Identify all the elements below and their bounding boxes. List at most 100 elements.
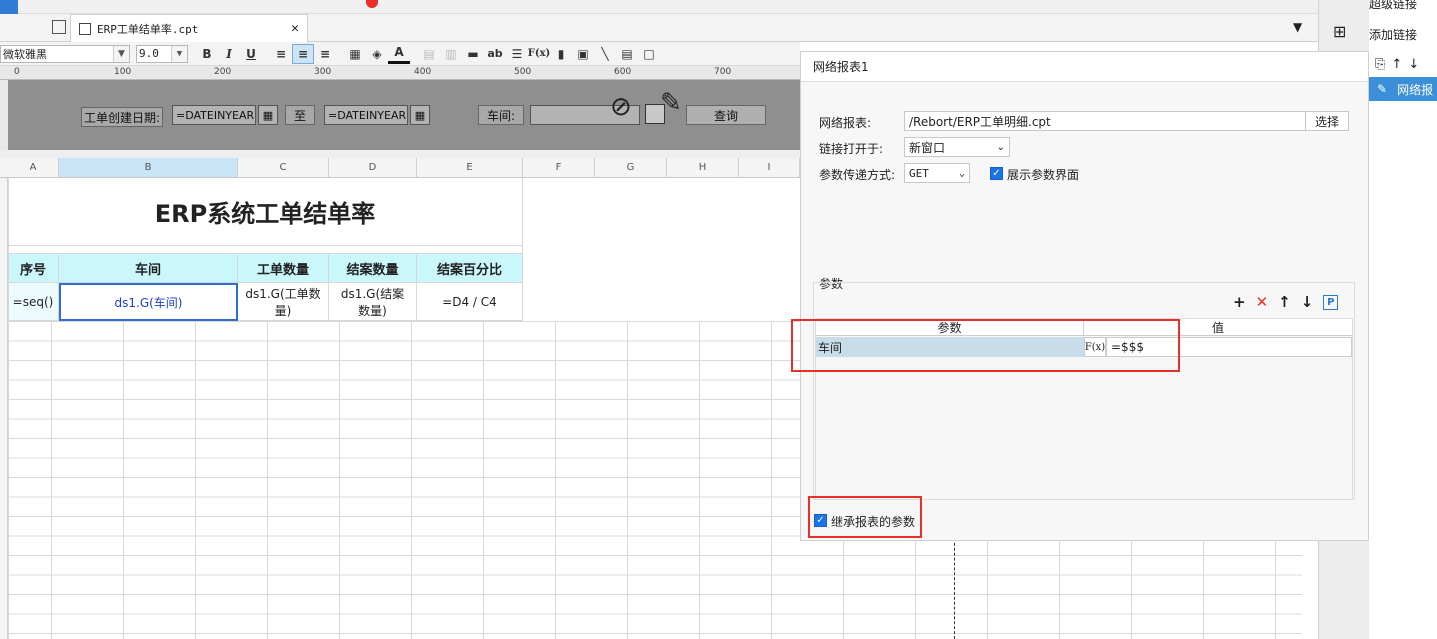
column-header[interactable]: B <box>59 158 238 178</box>
method-value: GET <box>909 166 929 180</box>
ruler-tick: 100 <box>114 67 132 77</box>
report-path-input[interactable]: /Rebort/ERP工单明细.cpt <box>904 111 1306 131</box>
column-header[interactable]: I <box>739 158 800 178</box>
add-link-label[interactable]: 添加链接 <box>1369 26 1417 43</box>
bold-button[interactable]: B <box>196 44 218 64</box>
font-family-value: 微软雅黑 <box>3 47 47 61</box>
header-cell-seq[interactable]: 序号 <box>8 254 59 283</box>
corner-cell[interactable] <box>0 158 8 178</box>
copy-icon[interactable]: ⎘ <box>1375 57 1385 72</box>
paragraph-icon[interactable]: ☰ <box>506 44 528 64</box>
header-cell-closed-percent[interactable]: 结案百分比 <box>417 254 523 283</box>
font-color-icon[interactable]: A <box>388 44 410 64</box>
insert-object-icon[interactable]: □ <box>638 44 660 64</box>
calendar-icon[interactable]: ▦ <box>410 105 430 125</box>
ruler-tick: 400 <box>414 67 432 77</box>
font-family-select[interactable]: 微软雅黑 ▼ <box>0 44 130 63</box>
column-header[interactable]: A <box>8 158 59 178</box>
align-center-icon[interactable]: ≡ <box>292 43 314 64</box>
layout-icon[interactable]: ⊞ <box>1333 22 1346 41</box>
row-header-strip <box>0 178 8 639</box>
ruler-tick: 600 <box>614 67 632 77</box>
hyperlink-panel: 超级链接 添加链接 ⎘ ↑ ↓ ✎ 网络报 <box>1369 0 1437 639</box>
slash-icon[interactable]: ╲ <box>594 44 616 64</box>
data-cell[interactable]: =seq() <box>8 283 59 321</box>
method-label: 参数传递方式: <box>819 168 896 182</box>
data-cell[interactable]: ds1.G(工单数量) <box>238 283 329 321</box>
fill-color-icon[interactable]: ◈ <box>366 44 388 64</box>
parameter-pane[interactable]: 工单创建日期: =DATEINYEAR ▦ 至 =DATEINYEAR ▦ 车间… <box>8 80 800 150</box>
image-icon[interactable]: ▣ <box>572 44 594 64</box>
calendar-icon[interactable]: ▦ <box>258 105 278 125</box>
ruler-tick: 0 <box>14 67 20 77</box>
column-header[interactable]: C <box>238 158 329 178</box>
date-label: 工单创建日期: <box>81 107 163 127</box>
column-header[interactable]: D <box>329 158 417 178</box>
grid-view-icon[interactable] <box>52 20 66 34</box>
chevron-down-icon: ⌄ <box>996 141 1005 153</box>
merge-icon[interactable]: ▤ <box>418 44 440 64</box>
data-cell-selected[interactable]: ds1.G(车间) <box>59 283 238 321</box>
select-button[interactable]: 选择 <box>1305 111 1349 131</box>
arrow-up-icon[interactable]: ↑ <box>1391 57 1402 72</box>
delete-icon[interactable]: ✕ <box>1256 293 1269 311</box>
text-insert-button[interactable]: ab <box>484 44 506 64</box>
highlight-params-box <box>791 319 1180 372</box>
dialog-title: 网络报表1 <box>801 52 1368 82</box>
vertical-ruler <box>0 80 8 150</box>
report-label: 网络报表: <box>819 116 872 130</box>
ruler-tick: 700 <box>714 67 732 77</box>
data-cell[interactable]: ds1.G(结案数量) <box>329 283 417 321</box>
data-cell[interactable]: =D4 / C4 <box>417 283 523 321</box>
border-icon[interactable]: ▦ <box>344 44 366 64</box>
report-title[interactable]: ERP系统工单结单率 <box>8 178 523 246</box>
split-icon[interactable]: ▥ <box>440 44 462 64</box>
align-left-icon[interactable]: ≡ <box>270 44 292 64</box>
show-params-checkbox[interactable]: ✓ <box>990 167 1003 180</box>
app-logo-icon <box>0 0 18 14</box>
dropdown-icon[interactable]: ▼ <box>1293 20 1302 34</box>
font-size-select[interactable]: 9.0 ▼ <box>136 44 188 63</box>
header-cell-workshop[interactable]: 车间 <box>59 254 238 283</box>
arrow-down-icon[interactable]: ↓ <box>1301 293 1314 311</box>
header-cell-order-count[interactable]: 工单数量 <box>238 254 329 283</box>
link-actions: ⎘ ↑ ↓ <box>1369 52 1437 76</box>
add-icon[interactable]: + <box>1233 293 1246 311</box>
hidden-eye-icon[interactable]: ⊘ <box>610 92 632 122</box>
ruler-tick: 200 <box>214 67 232 77</box>
highlight-inherit-box <box>808 496 922 538</box>
method-select[interactable]: GET ⌄ <box>904 163 970 183</box>
insert-row-icon[interactable]: ▬ <box>462 44 484 64</box>
italic-button[interactable]: I <box>218 44 240 64</box>
param-p-icon[interactable]: P <box>1323 294 1339 310</box>
header-cell-closed-count[interactable]: 结案数量 <box>329 254 417 283</box>
open-in-select[interactable]: 新窗口 ⌄ <box>904 137 1010 157</box>
close-tab-icon[interactable]: ✕ <box>291 21 299 36</box>
chart-icon[interactable]: ▮ <box>550 44 572 64</box>
column-header[interactable]: G <box>595 158 667 178</box>
query-button[interactable]: 查询 <box>686 105 766 125</box>
file-tab[interactable]: ERP工单结单率.cpt ✕ <box>70 14 308 42</box>
format-toolbar: 微软雅黑 ▼ 9.0 ▼ B I U ≡ ≡ ≡ ▦ ◈ A ▤ ▥ ▬ ab ☰ … <box>0 42 800 66</box>
column-header[interactable]: F <box>523 158 595 178</box>
horizontal-ruler: 0 100 200 300 400 500 600 700 <box>0 66 800 80</box>
subreport-icon[interactable]: ▤ <box>616 44 638 64</box>
pane-divider[interactable] <box>0 150 800 158</box>
column-header[interactable]: H <box>667 158 739 178</box>
params-actions: + ✕ ↑ ↓ P <box>1233 292 1353 312</box>
report-file-icon <box>79 22 91 35</box>
underline-button[interactable]: U <box>240 44 262 64</box>
spacer-row[interactable] <box>8 246 523 254</box>
arrow-up-icon[interactable]: ↑ <box>1278 293 1291 311</box>
arrow-down-icon[interactable]: ↓ <box>1408 57 1419 72</box>
date-to-input[interactable]: =DATEINYEAR <box>324 105 408 125</box>
workshop-label: 车间: <box>478 105 524 125</box>
date-from-input[interactable]: =DATEINYEAR <box>172 105 256 125</box>
grid-line <box>8 178 9 639</box>
link-item-selected[interactable]: ✎ 网络报 <box>1369 77 1437 101</box>
align-right-icon[interactable]: ≡ <box>314 44 336 64</box>
edit-pencil-icon[interactable]: ✎ <box>660 88 682 118</box>
formula-button[interactable]: F(x) <box>528 44 551 64</box>
notification-icon[interactable] <box>366 0 378 8</box>
column-header[interactable]: E <box>417 158 523 178</box>
